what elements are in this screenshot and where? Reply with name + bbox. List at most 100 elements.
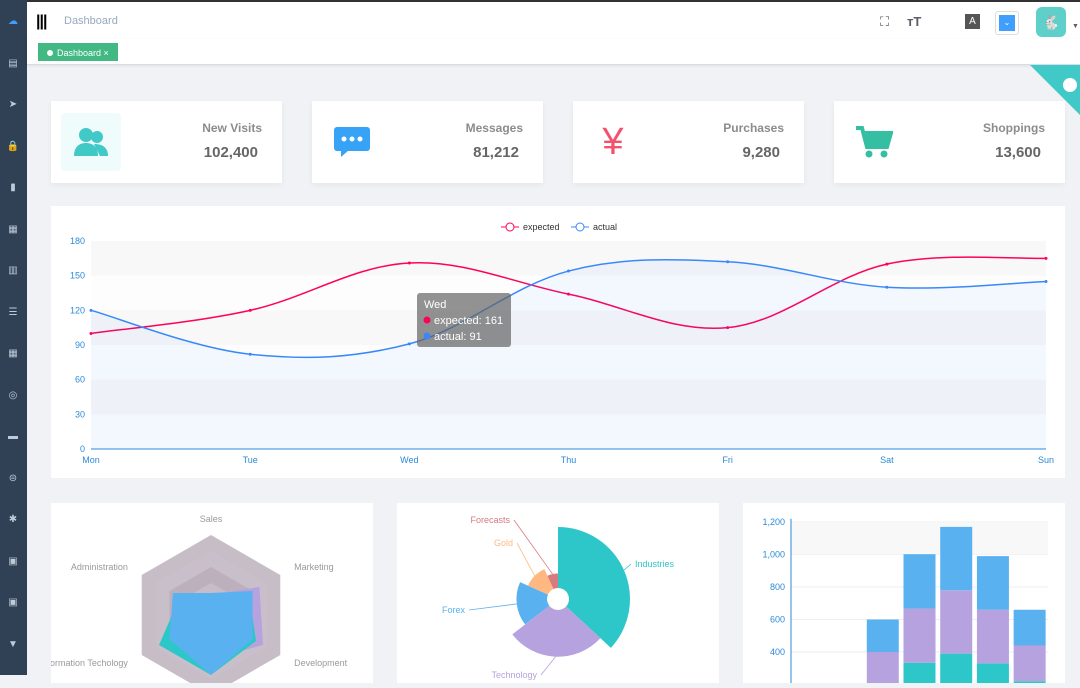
table-icon[interactable]: ▦: [6, 347, 20, 361]
data-point-actual[interactable]: [567, 269, 570, 273]
theme-icon[interactable]: ◎: [6, 389, 20, 403]
pie-label-line: [516, 542, 536, 577]
bar-segment[interactable]: [976, 663, 1009, 688]
bar-segment[interactable]: [866, 619, 899, 653]
card-label: New Visits: [202, 121, 262, 135]
radar-indicator-label: Marketing: [294, 562, 334, 572]
card-label: Purchases: [723, 121, 784, 135]
legend-marker[interactable]: [575, 222, 585, 232]
guide-icon[interactable]: ➤: [6, 98, 20, 112]
card-shoppings[interactable]: Shoppings 13,600: [834, 101, 1065, 183]
data-point-expected[interactable]: [407, 261, 411, 265]
chart-icon[interactable]: ▥: [6, 264, 20, 278]
bar-segment[interactable]: [866, 652, 899, 685]
y-tick-label: 150: [70, 271, 85, 281]
language-icon[interactable]: A: [965, 14, 980, 29]
data-point-actual[interactable]: [407, 342, 411, 346]
data-point-actual[interactable]: [89, 308, 93, 312]
bar-segment[interactable]: [903, 608, 936, 663]
pie-label: Technology: [491, 670, 537, 680]
data-point-actual[interactable]: [885, 285, 889, 289]
size-icon[interactable]: ᴛT: [907, 14, 921, 29]
avatar[interactable]: 🐇: [1036, 7, 1066, 37]
data-point-actual[interactable]: [248, 352, 252, 356]
bar-chart: 400 600 800 1,000 1,200: [762, 517, 1048, 688]
x-tick-label: Thu: [561, 455, 577, 465]
radar-indicator-label: Sales: [200, 514, 223, 524]
tooltip-line: actual: 91: [434, 331, 482, 343]
card-label: Shoppings: [983, 121, 1045, 135]
tag-dashboard[interactable]: Dashboard ×: [38, 43, 118, 61]
tags-view: Dashboard ×: [27, 39, 1080, 65]
line-chart: 0 30 60 90 120 150 180 Mon Tue Wed Thu Fri Sat Sun exp…: [70, 222, 1054, 465]
lock-icon[interactable]: 🔒: [6, 140, 20, 154]
x-tick-label: Fri: [722, 455, 733, 465]
bar-segment[interactable]: [940, 590, 973, 654]
y-tick-label: 1,000: [762, 550, 785, 560]
radar-chart: Sales Administration Information Techology…: [40, 514, 348, 688]
tooltip-line: expected: 161: [434, 315, 503, 327]
shopping-cart-icon: [844, 113, 904, 171]
data-point-expected[interactable]: [1044, 256, 1048, 260]
bar-segment[interactable]: [940, 653, 973, 688]
line-chart-panel: 0 30 60 90 120 150 180 Mon Tue Wed Thu Fri Sat Sun exp…: [51, 206, 1065, 478]
legend-label[interactable]: actual: [593, 222, 617, 232]
x-tick-label: Wed: [400, 455, 418, 465]
tooltip-marker: [423, 316, 431, 324]
nested-list-icon[interactable]: ☰: [6, 306, 20, 320]
bar-segment[interactable]: [903, 662, 936, 688]
data-point-expected[interactable]: [248, 308, 252, 312]
fullscreen-icon[interactable]: ⛶: [880, 14, 889, 30]
legend-label[interactable]: expected: [523, 222, 560, 232]
pie-chart: Industries Technology Forex Gold Forecasts: [442, 515, 675, 680]
x-tick-label: Mon: [82, 455, 100, 465]
y-tick-label: 1,200: [762, 517, 785, 527]
breadcrumb[interactable]: Dashboard: [64, 15, 118, 27]
y-tick-label: 400: [770, 647, 785, 657]
bar-segment[interactable]: [1013, 609, 1046, 646]
y-tick-label: 600: [770, 615, 785, 625]
pie-chart-panel: Industries Technology Forex Gold Forecasts: [397, 503, 719, 683]
caret-down-icon[interactable]: ▼: [1072, 23, 1079, 30]
calendar-icon[interactable]: ▬: [6, 430, 20, 444]
bar-segment[interactable]: [976, 609, 1009, 664]
dashboard-icon[interactable]: ☁: [6, 15, 20, 29]
pie-label-line: [468, 603, 517, 611]
zip-icon[interactable]: ▣: [6, 596, 20, 610]
pie-label-line: [513, 519, 553, 575]
navbar: ||| Dashboard ⛶ ᴛT A ⌄ 🐇 ▼: [27, 0, 1080, 39]
data-point-expected[interactable]: [885, 262, 889, 266]
tooltip-title: Wed: [424, 299, 446, 311]
data-point-actual[interactable]: [726, 260, 730, 264]
radar-chart-panel: Sales Administration Information Techology…: [40, 503, 373, 688]
grid-icon[interactable]: ▦: [6, 223, 20, 237]
pie-label: Forecasts: [470, 515, 510, 525]
theme-picker-icon[interactable]: ⌄: [995, 11, 1019, 35]
excel-icon[interactable]: ▣: [6, 555, 20, 569]
card-value: 102,400: [203, 144, 258, 161]
bar-segment[interactable]: [1013, 645, 1046, 682]
bug-icon[interactable]: ✱: [6, 513, 20, 527]
documentation-icon[interactable]: ▤: [6, 57, 20, 71]
bar-segment[interactable]: [903, 554, 936, 609]
bar-segment[interactable]: [1013, 681, 1046, 688]
radar-indicator-label: Information Techology: [51, 658, 128, 668]
bar-segment[interactable]: [976, 556, 1009, 610]
hamburger-icon[interactable]: |||: [36, 13, 47, 31]
card-new-visits[interactable]: New Visits 102,400: [51, 101, 282, 183]
card-purchases[interactable]: ¥ Purchases 9,280: [573, 101, 804, 183]
x-tick-label: Tue: [243, 455, 258, 465]
card-value: 81,212: [473, 144, 519, 161]
tooltip: Wed expected: 161 actual: 91: [417, 293, 511, 347]
component-icon[interactable]: ▮: [6, 181, 20, 195]
active-dot-icon: [47, 50, 53, 56]
data-point-actual[interactable]: [1044, 279, 1048, 283]
clothes-icon[interactable]: ▼: [6, 638, 20, 652]
bar-segment[interactable]: [940, 526, 973, 591]
tooltip-marker: [423, 332, 431, 340]
peoples-icon: [61, 113, 121, 171]
legend-marker[interactable]: [505, 222, 515, 232]
close-icon[interactable]: ×: [104, 48, 109, 58]
card-messages[interactable]: Messages 81,212: [312, 101, 543, 183]
tab-icon[interactable]: ⊜: [6, 472, 20, 486]
